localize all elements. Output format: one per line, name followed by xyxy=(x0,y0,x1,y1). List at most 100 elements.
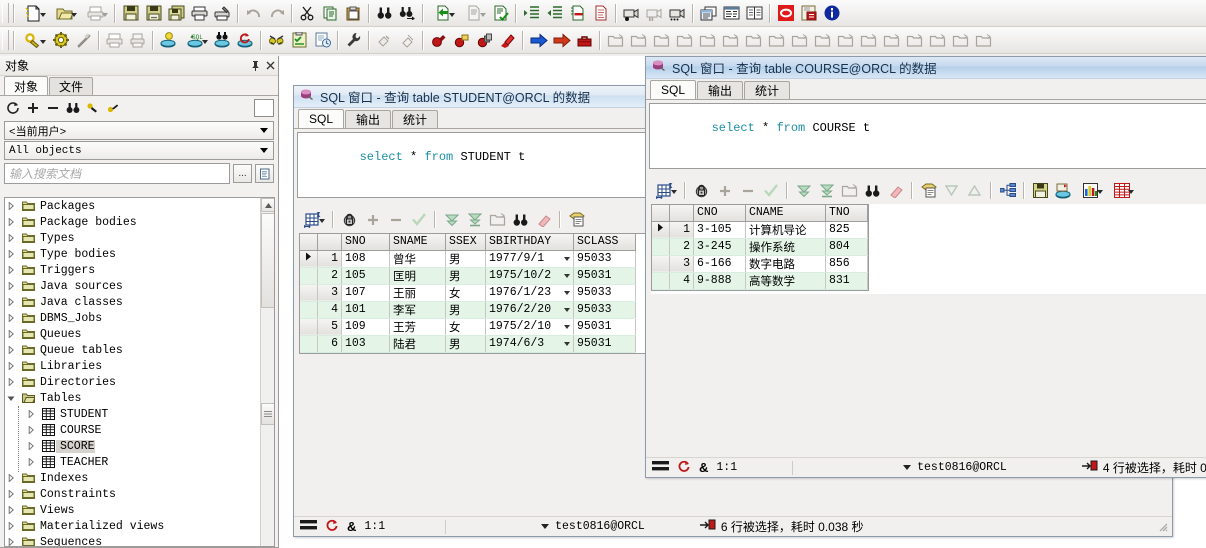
chevron-right-icon[interactable] xyxy=(5,518,17,534)
chevron-down-icon[interactable] xyxy=(564,274,570,278)
print-setup-button[interactable] xyxy=(211,2,234,25)
resize-grip[interactable] xyxy=(1156,520,1170,534)
tree-view-button[interactable] xyxy=(996,180,1019,202)
window-titlebar[interactable]: SQL 窗口 - 查询 table COURSE@ORCL 的数据 xyxy=(646,57,1206,79)
breakpoint-clear-button[interactable] xyxy=(496,29,519,52)
chevron-right-icon[interactable] xyxy=(5,470,17,486)
table-row[interactable]: 6103陆君男1974/6/395031 xyxy=(300,335,636,352)
object-tree[interactable]: PackagesPackage bodiesTypesType bodiesTr… xyxy=(4,197,275,547)
table-cell[interactable]: 95031 xyxy=(574,335,636,352)
table-row[interactable]: 4101李军男1976/2/2095033 xyxy=(300,301,636,318)
tab-output[interactable]: 输出 xyxy=(697,81,743,99)
table-cell[interactable]: 831 xyxy=(826,272,868,289)
new-session-button[interactable] xyxy=(157,29,180,52)
table-cell[interactable]: 计算机导论 xyxy=(746,221,826,238)
save-grid-button[interactable] xyxy=(1029,180,1052,202)
tab-output[interactable]: 输出 xyxy=(345,110,391,128)
table-cell[interactable]: 804 xyxy=(826,238,868,255)
column-header[interactable]: SBIRTHDAY xyxy=(486,234,574,250)
record-macro-button[interactable] xyxy=(620,2,643,25)
table-cell[interactable]: 匡明 xyxy=(390,267,446,284)
copy-button[interactable] xyxy=(319,2,342,25)
binoculars-icon[interactable] xyxy=(64,100,81,117)
table-row[interactable]: 36-166数字电路856 xyxy=(652,255,868,272)
table-cell[interactable]: 3-245 xyxy=(694,238,746,255)
tab-objects[interactable]: 对象 xyxy=(4,76,48,95)
export-pdf-button[interactable] xyxy=(797,2,820,25)
table-cell[interactable]: 女 xyxy=(446,318,486,335)
tree-node[interactable]: Indexes xyxy=(5,470,260,486)
explain-plan-button[interactable] xyxy=(18,29,49,52)
find-db-object-button[interactable] xyxy=(211,29,234,52)
table-cell[interactable]: 1975/10/2 xyxy=(486,267,574,284)
chevron-down-icon[interactable] xyxy=(5,390,17,406)
chevron-right-icon[interactable] xyxy=(5,294,17,310)
tree-node[interactable]: Sequences xyxy=(5,534,260,546)
chevron-down-icon[interactable] xyxy=(1128,190,1134,194)
column-header[interactable]: CNAME xyxy=(746,205,826,221)
table-row[interactable]: 2105匡明男1975/10/295031 xyxy=(300,267,636,284)
chevron-down-icon[interactable] xyxy=(564,342,570,346)
table-cell[interactable]: 95031 xyxy=(574,267,636,284)
table-cell[interactable]: 女 xyxy=(446,284,486,301)
table-cell[interactable]: 95031 xyxy=(574,318,636,335)
history-button[interactable] xyxy=(311,29,334,52)
table-cell[interactable]: 男 xyxy=(446,250,486,267)
tree-node[interactable]: Queue tables xyxy=(5,342,260,358)
tree-node[interactable]: SCORE xyxy=(5,438,260,454)
macro-options-button[interactable] xyxy=(666,2,689,25)
rollback-icon[interactable] xyxy=(677,459,691,476)
chart-button[interactable] xyxy=(1075,180,1106,202)
table-cell[interactable]: 825 xyxy=(826,221,868,238)
chevron-down-icon[interactable] xyxy=(564,257,570,261)
window-list-button[interactable] xyxy=(697,2,720,25)
uncomment-button[interactable] xyxy=(589,2,612,25)
chevron-right-icon[interactable] xyxy=(5,262,17,278)
breakpoint-list-button[interactable] xyxy=(473,29,496,52)
chevron-down-icon[interactable] xyxy=(564,325,570,329)
table-cell[interactable]: 王丽 xyxy=(390,284,446,301)
chevron-down-icon[interactable] xyxy=(564,308,570,312)
chevron-down-icon[interactable] xyxy=(1097,190,1103,194)
indent-button[interactable] xyxy=(520,2,543,25)
tree-node[interactable]: Types xyxy=(5,230,260,246)
tools-button[interactable] xyxy=(342,29,365,52)
table-cell[interactable]: 103 xyxy=(342,335,390,352)
table-cell[interactable]: 李军 xyxy=(390,301,446,318)
tree-node[interactable]: Materialized views xyxy=(5,518,260,534)
paste-button[interactable] xyxy=(342,2,365,25)
column-header[interactable]: SNO xyxy=(342,234,390,250)
execute-button[interactable] xyxy=(427,2,458,25)
breakpoint-button[interactable] xyxy=(427,29,450,52)
chevron-down-icon[interactable] xyxy=(564,291,570,295)
tree-node[interactable]: STUDENT xyxy=(5,406,260,422)
table-cell[interactable]: 6-166 xyxy=(694,255,746,272)
pin-icon[interactable] xyxy=(248,58,263,73)
tree-node[interactable]: Java sources xyxy=(5,278,260,294)
tree-node[interactable]: Views xyxy=(5,502,260,518)
stop-button[interactable] xyxy=(774,2,797,25)
document-icon[interactable] xyxy=(255,164,274,183)
chevron-right-icon[interactable] xyxy=(5,502,17,518)
commit-icon[interactable]: & xyxy=(347,519,356,534)
column-header[interactable]: SNAME xyxy=(390,234,446,250)
table-cell[interactable]: 操作系统 xyxy=(746,238,826,255)
copy-to-clipboard-button[interactable] xyxy=(917,180,940,202)
color-indicator[interactable] xyxy=(254,99,274,117)
table-cell[interactable]: 109 xyxy=(342,318,390,335)
table-row[interactable]: 5109王芳女1975/2/1095031 xyxy=(300,318,636,335)
table-cell[interactable]: 9-888 xyxy=(694,272,746,289)
chevron-right-icon[interactable] xyxy=(5,230,17,246)
find-in-grid-button[interactable] xyxy=(861,180,884,202)
refresh-icon[interactable] xyxy=(4,100,21,117)
table-cell[interactable]: 男 xyxy=(446,335,486,352)
chevron-right-icon[interactable] xyxy=(5,486,17,502)
table-cell[interactable]: 男 xyxy=(446,301,486,318)
chevron-down-icon[interactable] xyxy=(40,13,46,17)
chevron-down-icon[interactable] xyxy=(671,190,677,194)
chevron-right-icon[interactable] xyxy=(25,406,37,422)
table-cell[interactable]: 1977/9/1 xyxy=(486,250,574,267)
scroll-thumb[interactable] xyxy=(261,213,275,308)
scroll-grip[interactable] xyxy=(261,403,275,425)
table-cell[interactable]: 数字电路 xyxy=(746,255,826,272)
